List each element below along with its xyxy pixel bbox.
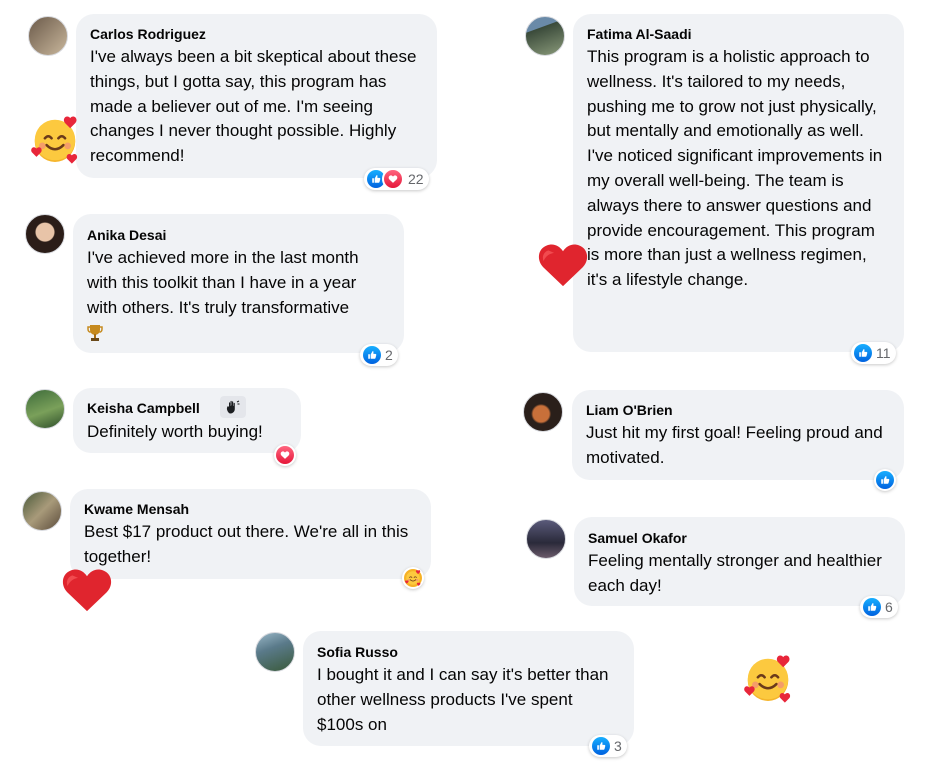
reaction-count: 2 [385,347,393,363]
commenter-name[interactable]: Kwame Mensah [84,500,417,518]
comment-bubble: Samuel Okafor Feeling mentally stronger … [574,517,905,606]
comment-text: I've achieved more in the last month wit… [87,248,359,317]
like-reaction-icon [854,344,872,362]
avatar[interactable] [525,16,565,56]
reaction-summary[interactable] [874,469,896,491]
reaction-summary[interactable]: 3 [589,735,627,757]
comment-bubble: Liam O'Brien Just hit my first goal! Fee… [572,390,904,480]
comment-bubble: Keisha Campbell Definitely worth buying! [73,388,301,453]
commenter-name[interactable]: Keisha Campbell [87,399,287,417]
commenter-name[interactable]: Carlos Rodriguez [90,25,423,43]
reaction-summary[interactable]: 11 [851,342,896,364]
avatar[interactable] [25,389,65,429]
commenter-name[interactable]: Sofia Russo [317,643,620,661]
like-reaction-icon [863,598,881,616]
avatar[interactable] [25,214,65,254]
reaction-count: 22 [408,171,424,187]
comment-text: I bought it and I can say it's better th… [317,665,609,734]
reaction-summary[interactable]: 2 [360,344,398,366]
comment-text: I've always been a bit skeptical about t… [90,47,417,166]
hand-wave-icon[interactable] [220,396,246,418]
care-reaction-icon [404,569,422,587]
red-heart-icon [61,567,113,618]
avatar[interactable] [22,491,62,531]
commenter-name[interactable]: Liam O'Brien [586,401,890,419]
reaction-summary[interactable] [274,444,296,466]
avatar[interactable] [523,392,563,432]
smiling-face-with-hearts-icon [741,652,795,711]
love-reaction-icon [276,446,294,464]
reaction-summary[interactable] [402,567,424,589]
comment-text: Definitely worth buying! [87,422,263,441]
love-reaction-icon [382,168,404,190]
trophy-icon [87,324,390,347]
like-reaction-icon [876,471,894,489]
comment-text: This program is a holistic approach to w… [587,47,883,290]
comment-bubble: Sofia Russo I bought it and I can say it… [303,631,634,746]
reaction-count: 3 [614,738,622,754]
commenter-name[interactable]: Samuel Okafor [588,529,891,547]
smiling-face-with-hearts-icon [28,113,82,172]
like-reaction-icon [592,737,610,755]
comment-bubble: Carlos Rodriguez I've always been a bit … [76,14,437,178]
comment-text: Feeling mentally stronger and healthier … [588,551,882,595]
commenter-name[interactable]: Anika Desai [87,226,390,244]
like-reaction-icon [363,346,381,364]
comment-bubble: Kwame Mensah Best $17 product out there.… [70,489,431,579]
red-heart-icon [537,242,589,293]
reaction-summary[interactable]: 6 [860,596,898,618]
avatar[interactable] [526,519,566,559]
comment-text: Best $17 product out there. We're all in… [84,522,409,566]
avatar[interactable] [255,632,295,672]
reaction-count: 11 [876,345,891,361]
comment-bubble: Anika Desai I've achieved more in the la… [73,214,404,353]
reaction-summary[interactable]: 22 [364,168,429,190]
commenter-name[interactable]: Fatima Al-Saadi [587,25,890,43]
reaction-count: 6 [885,599,893,615]
comment-text: Just hit my first goal! Feeling proud an… [586,423,883,467]
comment-bubble: Fatima Al-Saadi This program is a holist… [573,14,904,352]
avatar[interactable] [28,16,68,56]
